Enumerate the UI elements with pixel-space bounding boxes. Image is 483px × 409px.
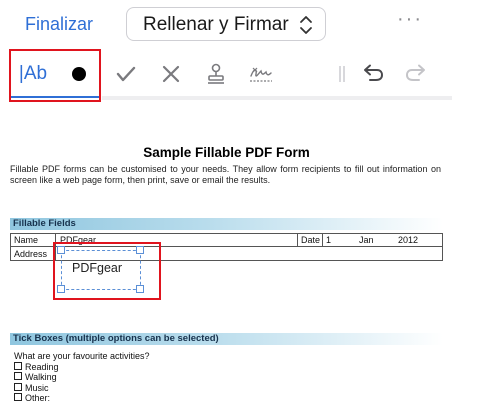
section-heading-tick-boxes: Tick Boxes (multiple options can be sele…	[10, 333, 443, 345]
checkbox-other[interactable]: Other:	[14, 393, 150, 404]
section-heading-fillable: Fillable Fields	[10, 218, 443, 230]
cross-tool-button[interactable]	[153, 52, 189, 96]
stamp-tool-button[interactable]	[198, 52, 234, 96]
document-description: Fillable PDF forms can be customised to …	[10, 164, 441, 185]
redo-button[interactable]	[400, 52, 434, 96]
signature-tool-button[interactable]	[243, 52, 279, 96]
checkbox-label: Walking	[25, 372, 57, 382]
table-rule	[322, 233, 323, 246]
mode-selector[interactable]: Rellenar y Firmar	[126, 7, 326, 41]
checkbox-icon	[14, 393, 22, 401]
chevron-up-down-icon	[300, 16, 312, 34]
cross-icon	[162, 65, 180, 83]
undo-icon	[364, 64, 384, 81]
more-options-button[interactable]: ···	[397, 8, 423, 31]
toolbar-highlight-box	[9, 49, 101, 102]
mode-selector-label: Rellenar y Firmar	[143, 14, 289, 35]
checkbox-reading[interactable]: Reading	[14, 361, 150, 373]
checkmark-icon	[116, 66, 136, 82]
date-day-field[interactable]: 1	[326, 235, 331, 246]
divider-bars-icon	[339, 66, 345, 82]
checkbox-label: Reading	[25, 361, 59, 372]
tick-question: What are your favourite activities?	[14, 351, 150, 361]
signature-icon	[250, 67, 272, 82]
checkbox-icon	[14, 372, 22, 380]
table-rule	[442, 233, 443, 260]
table-rule	[297, 233, 298, 246]
redo-icon	[405, 64, 425, 81]
document-title: Sample Fillable PDF Form	[143, 145, 310, 160]
tick-box-list: What are your favourite activities? Read…	[14, 351, 150, 404]
checkbox-music[interactable]: Music	[14, 382, 150, 394]
checkbox-icon	[14, 361, 22, 370]
checkbox-walking[interactable]: Walking	[14, 372, 150, 383]
table-rule	[10, 233, 11, 260]
date-label: Date	[301, 235, 321, 245]
annotation-highlight-box	[53, 242, 161, 300]
toolbar-divider	[333, 52, 351, 96]
stamp-icon	[208, 63, 224, 84]
checkbox-label: Other:	[25, 393, 51, 403]
checkbox-icon	[14, 382, 22, 391]
top-navigation-bar: Finalizar Rellenar y Firmar ···	[0, 0, 483, 50]
toolbar-separator	[102, 96, 452, 100]
checkmark-tool-button[interactable]	[108, 52, 144, 96]
date-month-field[interactable]: Jan	[359, 235, 374, 246]
name-label: Name	[14, 235, 39, 245]
address-label: Address	[14, 249, 48, 259]
checkbox-label: Music	[25, 382, 49, 393]
table-rule	[10, 233, 443, 234]
date-year-field[interactable]: 2012	[398, 235, 418, 246]
finalize-button[interactable]: Finalizar	[25, 14, 93, 35]
undo-button[interactable]	[355, 52, 389, 96]
